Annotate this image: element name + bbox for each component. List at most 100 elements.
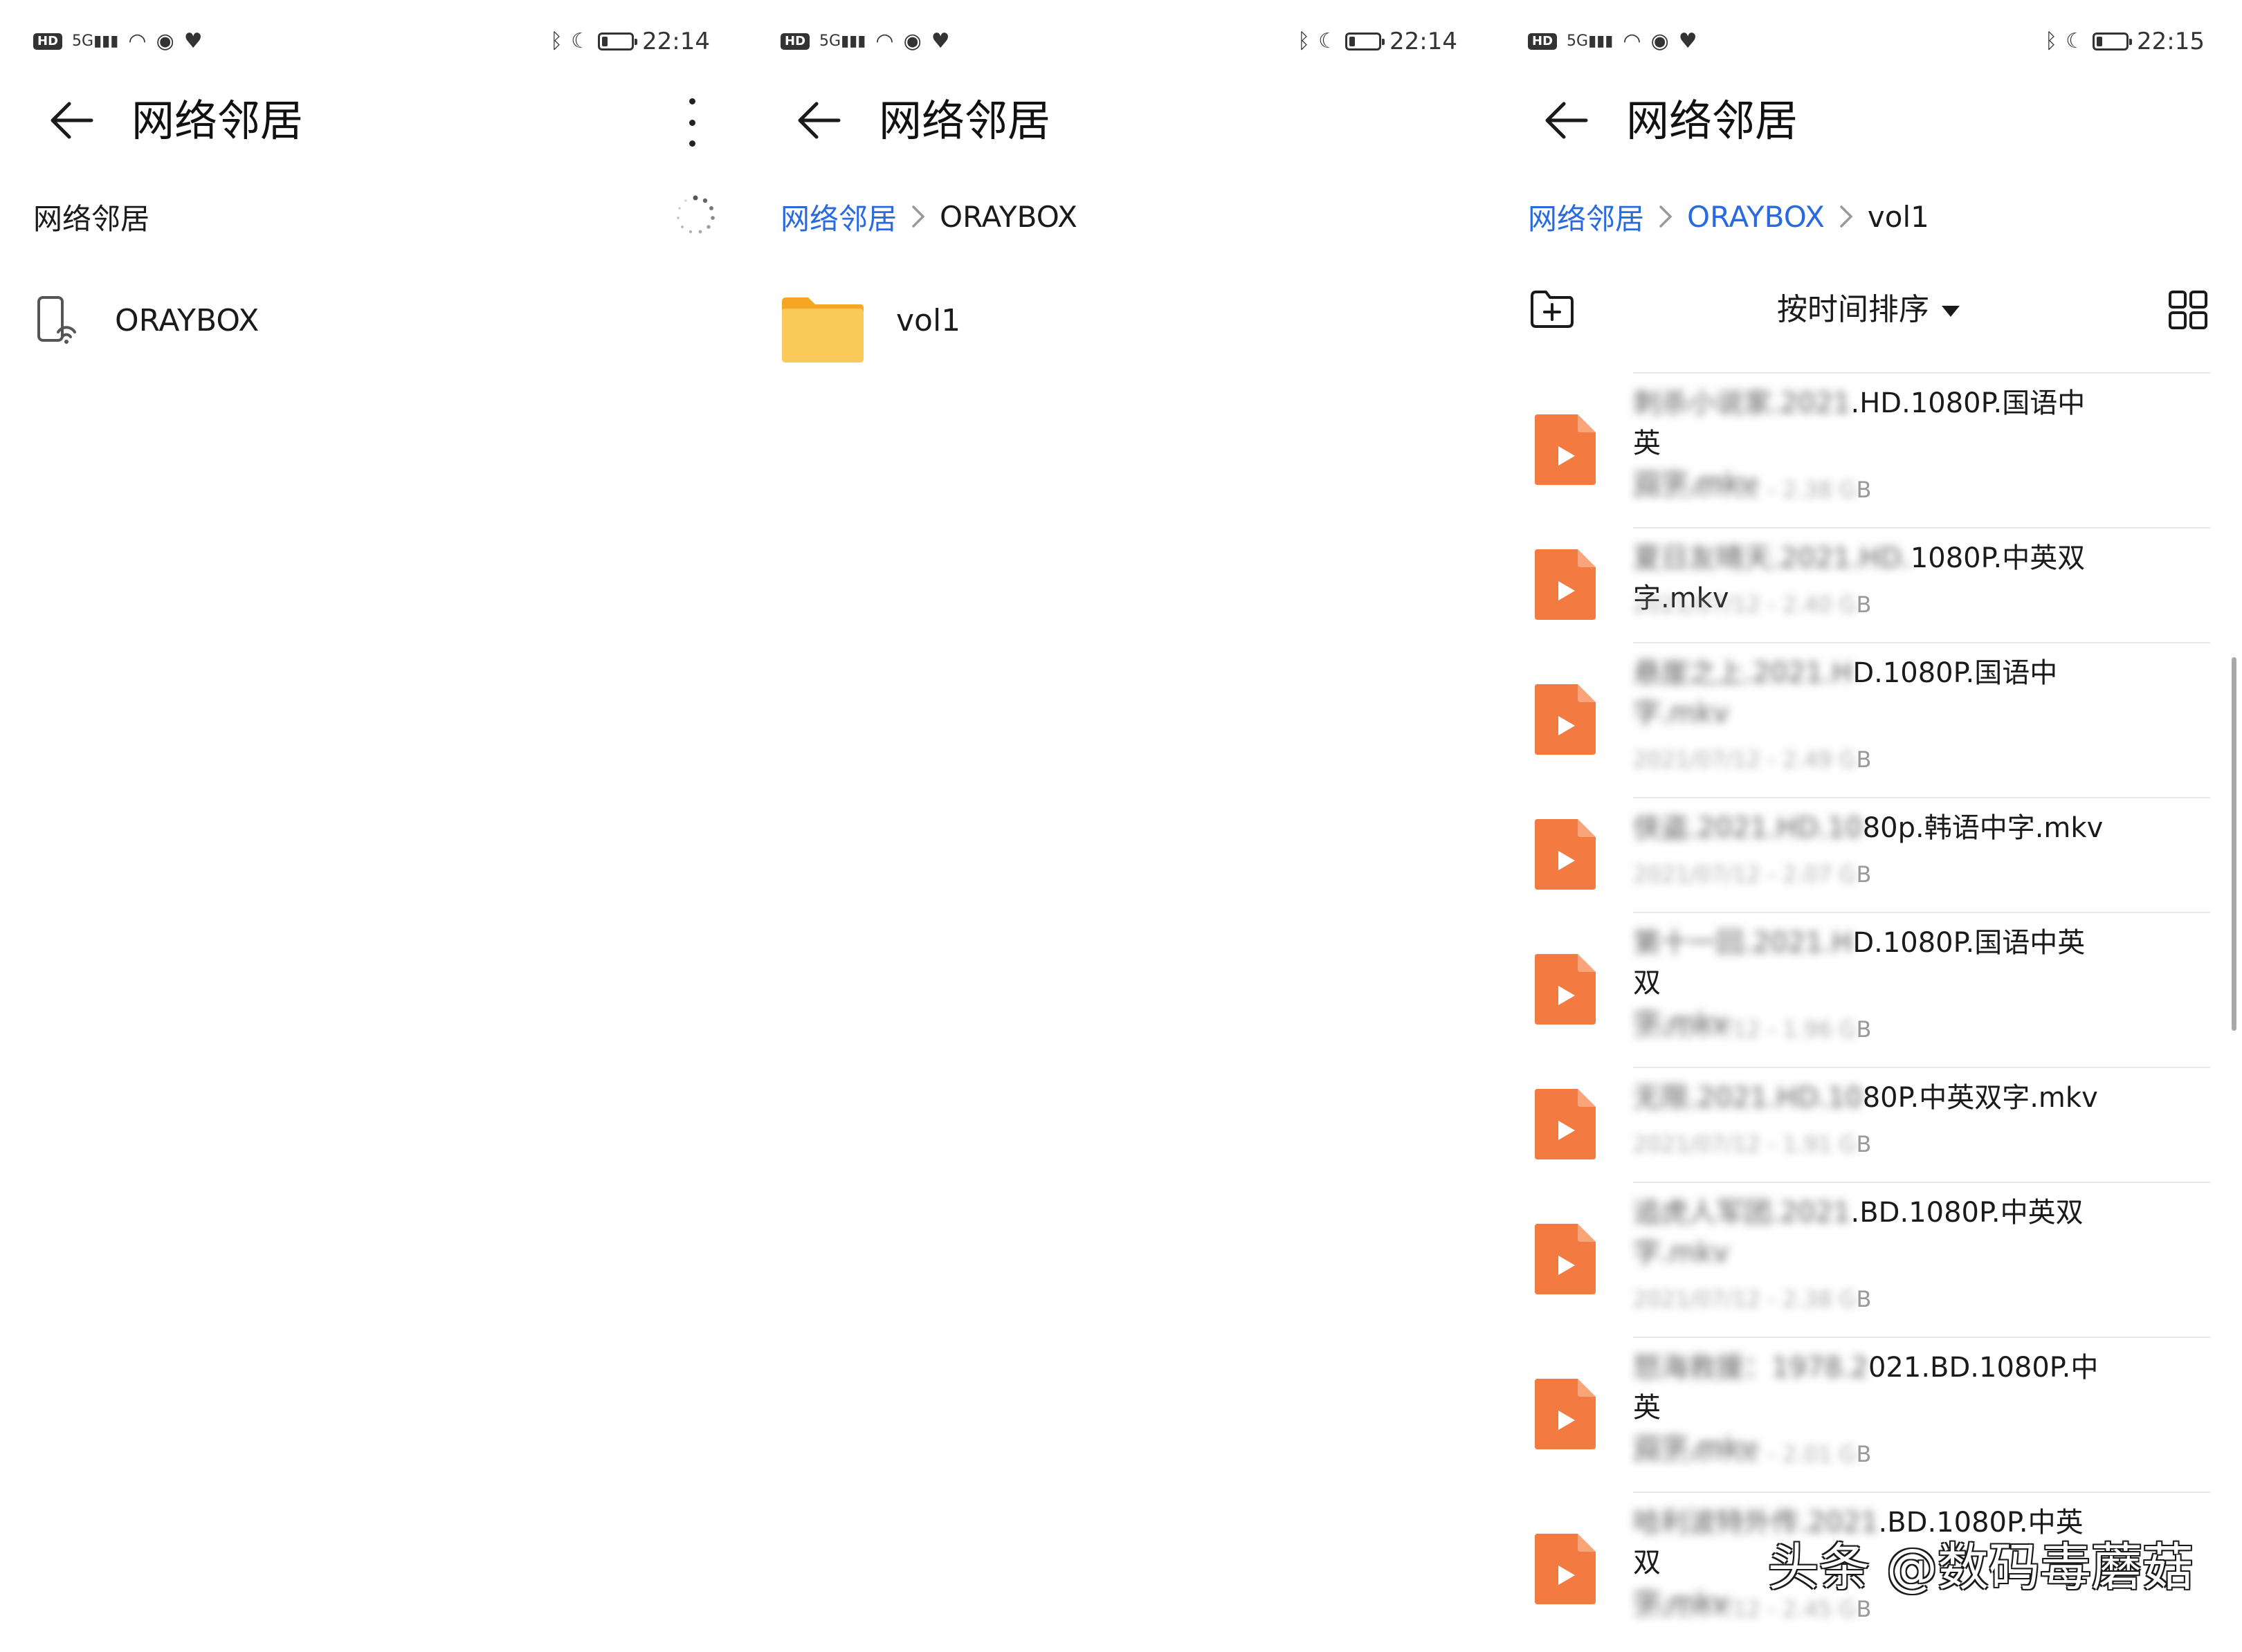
file-meta-visible: B — [1856, 861, 1872, 888]
app-bar: 网络邻居 — [1495, 83, 2242, 159]
heart-icon: ♥ — [1678, 29, 1697, 53]
list-item-folder[interactable]: vol1 — [747, 279, 1495, 362]
hd-badge: HD — [781, 33, 810, 50]
file-meta-blurred: 2021/07/12 - 1.96 G — [1633, 1016, 1857, 1043]
row-divider — [1633, 527, 2210, 529]
folder-icon — [782, 297, 864, 362]
bluetooth-icon: ᛒ — [550, 29, 563, 53]
file-meta-visible: B — [1856, 1016, 1872, 1043]
file-name-blurred: 无限.2021.HD.10 — [1633, 1082, 1863, 1114]
file-meta-visible: B — [1856, 1131, 1872, 1157]
file-meta-blurred: 2021/07/12 - 2.01 G — [1633, 1441, 1857, 1467]
breadcrumb-network-neighbors[interactable]: 网络邻居 — [1528, 196, 1644, 238]
battery-icon — [1345, 33, 1385, 51]
file-row[interactable]: 夏日友晴天.2021.HD.1080P.中英双字.mkv 2021/07/12 -… — [1495, 527, 2242, 642]
file-row[interactable]: 第十一回.2021.HD.1080P.国语中英双 字.mkv 2021/07/12 … — [1495, 912, 2242, 1067]
scrollbar[interactable] — [2232, 657, 2236, 1031]
file-row[interactable]: 侠盗.2021.HD.1080p.韩语中字.mkv 2021/07/12 - 2.… — [1495, 797, 2242, 912]
file-meta: 2021/07/12 - 2.01 GB — [1633, 1440, 1979, 1468]
globe-icon: ◉ — [1650, 29, 1669, 53]
file-meta: 2021/07/12 - 1.91 GB — [1633, 1130, 1979, 1158]
file-meta: 2021/07/12 - 2.38 GB — [1633, 476, 1979, 504]
wifi-icon: ◠ — [1623, 29, 1641, 53]
file-meta-blurred: 2021/07/12 - 2.40 G — [1633, 591, 1857, 618]
moon-icon: ☾ — [1318, 29, 1338, 53]
file-row[interactable]: 刺杀小说家.2021.HD.1080P.国语中英 双字.mkv 2021/07/12… — [1495, 372, 2242, 527]
file-meta-blurred: 2021/07/12 - 2.38 G — [1633, 477, 1857, 503]
back-arrow-icon[interactable] — [794, 100, 843, 141]
row-divider — [1633, 1067, 2210, 1068]
app-bar: 网络邻居 — [747, 83, 1495, 159]
breadcrumb-current: 网络邻居 — [33, 201, 150, 236]
signal-icon: 5G▮▮▮ — [819, 33, 866, 50]
heart-icon: ♥ — [931, 29, 950, 53]
hd-badge: HD — [33, 33, 63, 50]
breadcrumb-oraybox[interactable]: ORAYBOX — [1687, 200, 1825, 234]
page-title: 网络邻居 — [131, 95, 304, 146]
breadcrumb: 网络邻居 ORAYBOX — [781, 192, 1077, 241]
file-name-visible: 80P.中英双字.mkv — [1862, 1082, 2098, 1114]
row-divider — [1633, 372, 2210, 374]
file-name-visible: .BD.1080P.中英双 — [1850, 1197, 2084, 1229]
file-row[interactable]: 追虎人军团.2021.BD.1080P.中英双 字.mkv 2021/07/12 -… — [1495, 1182, 2242, 1337]
battery-icon — [598, 33, 638, 51]
file-name-blurred: 怒海救援：1978.2 — [1633, 1352, 1868, 1384]
clock: 22:14 — [642, 28, 710, 55]
row-divider — [1633, 1182, 2210, 1183]
moon-icon: ☾ — [571, 29, 590, 53]
screen-network-neighbors: HD 5G▮▮▮ ◠ ◉ ♥ ᛒ ☾ 22:14 网络邻居 网络邻居 ORAYB… — [0, 0, 747, 1652]
signal-icon: 5G▮▮▮ — [72, 33, 119, 50]
grid-view-icon[interactable] — [2167, 289, 2209, 331]
video-file-icon — [1535, 1534, 1596, 1604]
page-title: 网络邻居 — [1626, 95, 1798, 146]
video-file-icon — [1535, 684, 1596, 755]
file-meta-visible: B — [1856, 477, 1872, 503]
file-row[interactable]: 悬崖之上.2021.HD.1080P.国语中 字.mkv 2021/07/12 - … — [1495, 642, 2242, 797]
network-device-icon — [37, 296, 76, 344]
chevron-right-icon — [912, 205, 925, 228]
chevron-right-icon — [1659, 205, 1673, 228]
file-name: 悬崖之上.2021.HD.1080P.国语中 字.mkv — [1633, 653, 2111, 733]
more-options-icon[interactable] — [678, 98, 706, 147]
wifi-icon: ◠ — [875, 29, 894, 53]
signal-icon: 5G▮▮▮ — [1567, 33, 1614, 50]
heart-icon: ♥ — [183, 29, 203, 53]
row-divider — [1633, 912, 2210, 913]
file-name-blurred: 夏日友晴天.2021.HD. — [1633, 542, 1911, 574]
file-meta: 2021/07/12 - 2.07 GB — [1633, 861, 1979, 888]
breadcrumb-network-neighbors[interactable]: 网络邻居 — [781, 196, 897, 238]
video-file-icon — [1535, 1379, 1596, 1449]
screen-oraybox: HD 5G▮▮▮ ◠ ◉ ♥ ᛒ ☾ 22:14 网络邻居 网络邻居 ORAYB… — [747, 0, 1495, 1652]
globe-icon: ◉ — [156, 29, 174, 53]
file-name-blurred: 追虎人军团.2021 — [1633, 1197, 1851, 1229]
file-row[interactable]: 怒海救援：1978.2021.BD.1080P.中英 双字.mkv 2021/07/… — [1495, 1337, 2242, 1492]
video-file-icon — [1535, 819, 1596, 890]
file-name-blurred: 悬崖之上.2021.H — [1633, 657, 1853, 689]
file-name-visible: 80p.韩语中字.mkv — [1862, 812, 2104, 844]
list-item-device[interactable]: ORAYBOX — [0, 279, 747, 362]
file-name: 无限.2021.HD.1080P.中英双字.mkv — [1633, 1078, 2111, 1118]
file-row[interactable]: 无限.2021.HD.1080P.中英双字.mkv 2021/07/12 - 1.… — [1495, 1067, 2242, 1182]
wifi-icon: ◠ — [128, 29, 147, 53]
video-file-icon — [1535, 1224, 1596, 1294]
dropdown-triangle-icon — [1942, 306, 1960, 317]
sort-dropdown[interactable]: 按时间排序 — [1495, 291, 2242, 329]
file-meta-visible: B — [1856, 1441, 1872, 1467]
battery-icon — [2093, 33, 2133, 51]
file-meta-blurred: 2021/07/12 - 1.91 G — [1633, 1131, 1857, 1157]
file-meta-blurred: 2021/07/12 - 2.38 G — [1633, 1286, 1857, 1312]
video-file-icon — [1535, 1089, 1596, 1159]
back-arrow-icon[interactable] — [1542, 100, 1590, 141]
chevron-right-icon — [1840, 205, 1853, 228]
breadcrumb: 网络邻居 — [33, 192, 149, 241]
row-divider — [1633, 642, 2210, 643]
row-divider — [1633, 1337, 2210, 1338]
page-title: 网络邻居 — [879, 95, 1051, 146]
file-meta-blurred: 2021/07/12 - 2.07 G — [1633, 861, 1857, 888]
globe-icon: ◉ — [903, 29, 922, 53]
screen-vol1: HD 5G▮▮▮ ◠ ◉ ♥ ᛒ ☾ 22:15 网络邻居 网络邻居 ORAYB… — [1495, 0, 2242, 1652]
video-file-icon — [1535, 414, 1596, 485]
file-meta-visible: B — [1856, 746, 1872, 773]
clock: 22:14 — [1389, 28, 1457, 55]
back-arrow-icon[interactable] — [47, 100, 95, 141]
